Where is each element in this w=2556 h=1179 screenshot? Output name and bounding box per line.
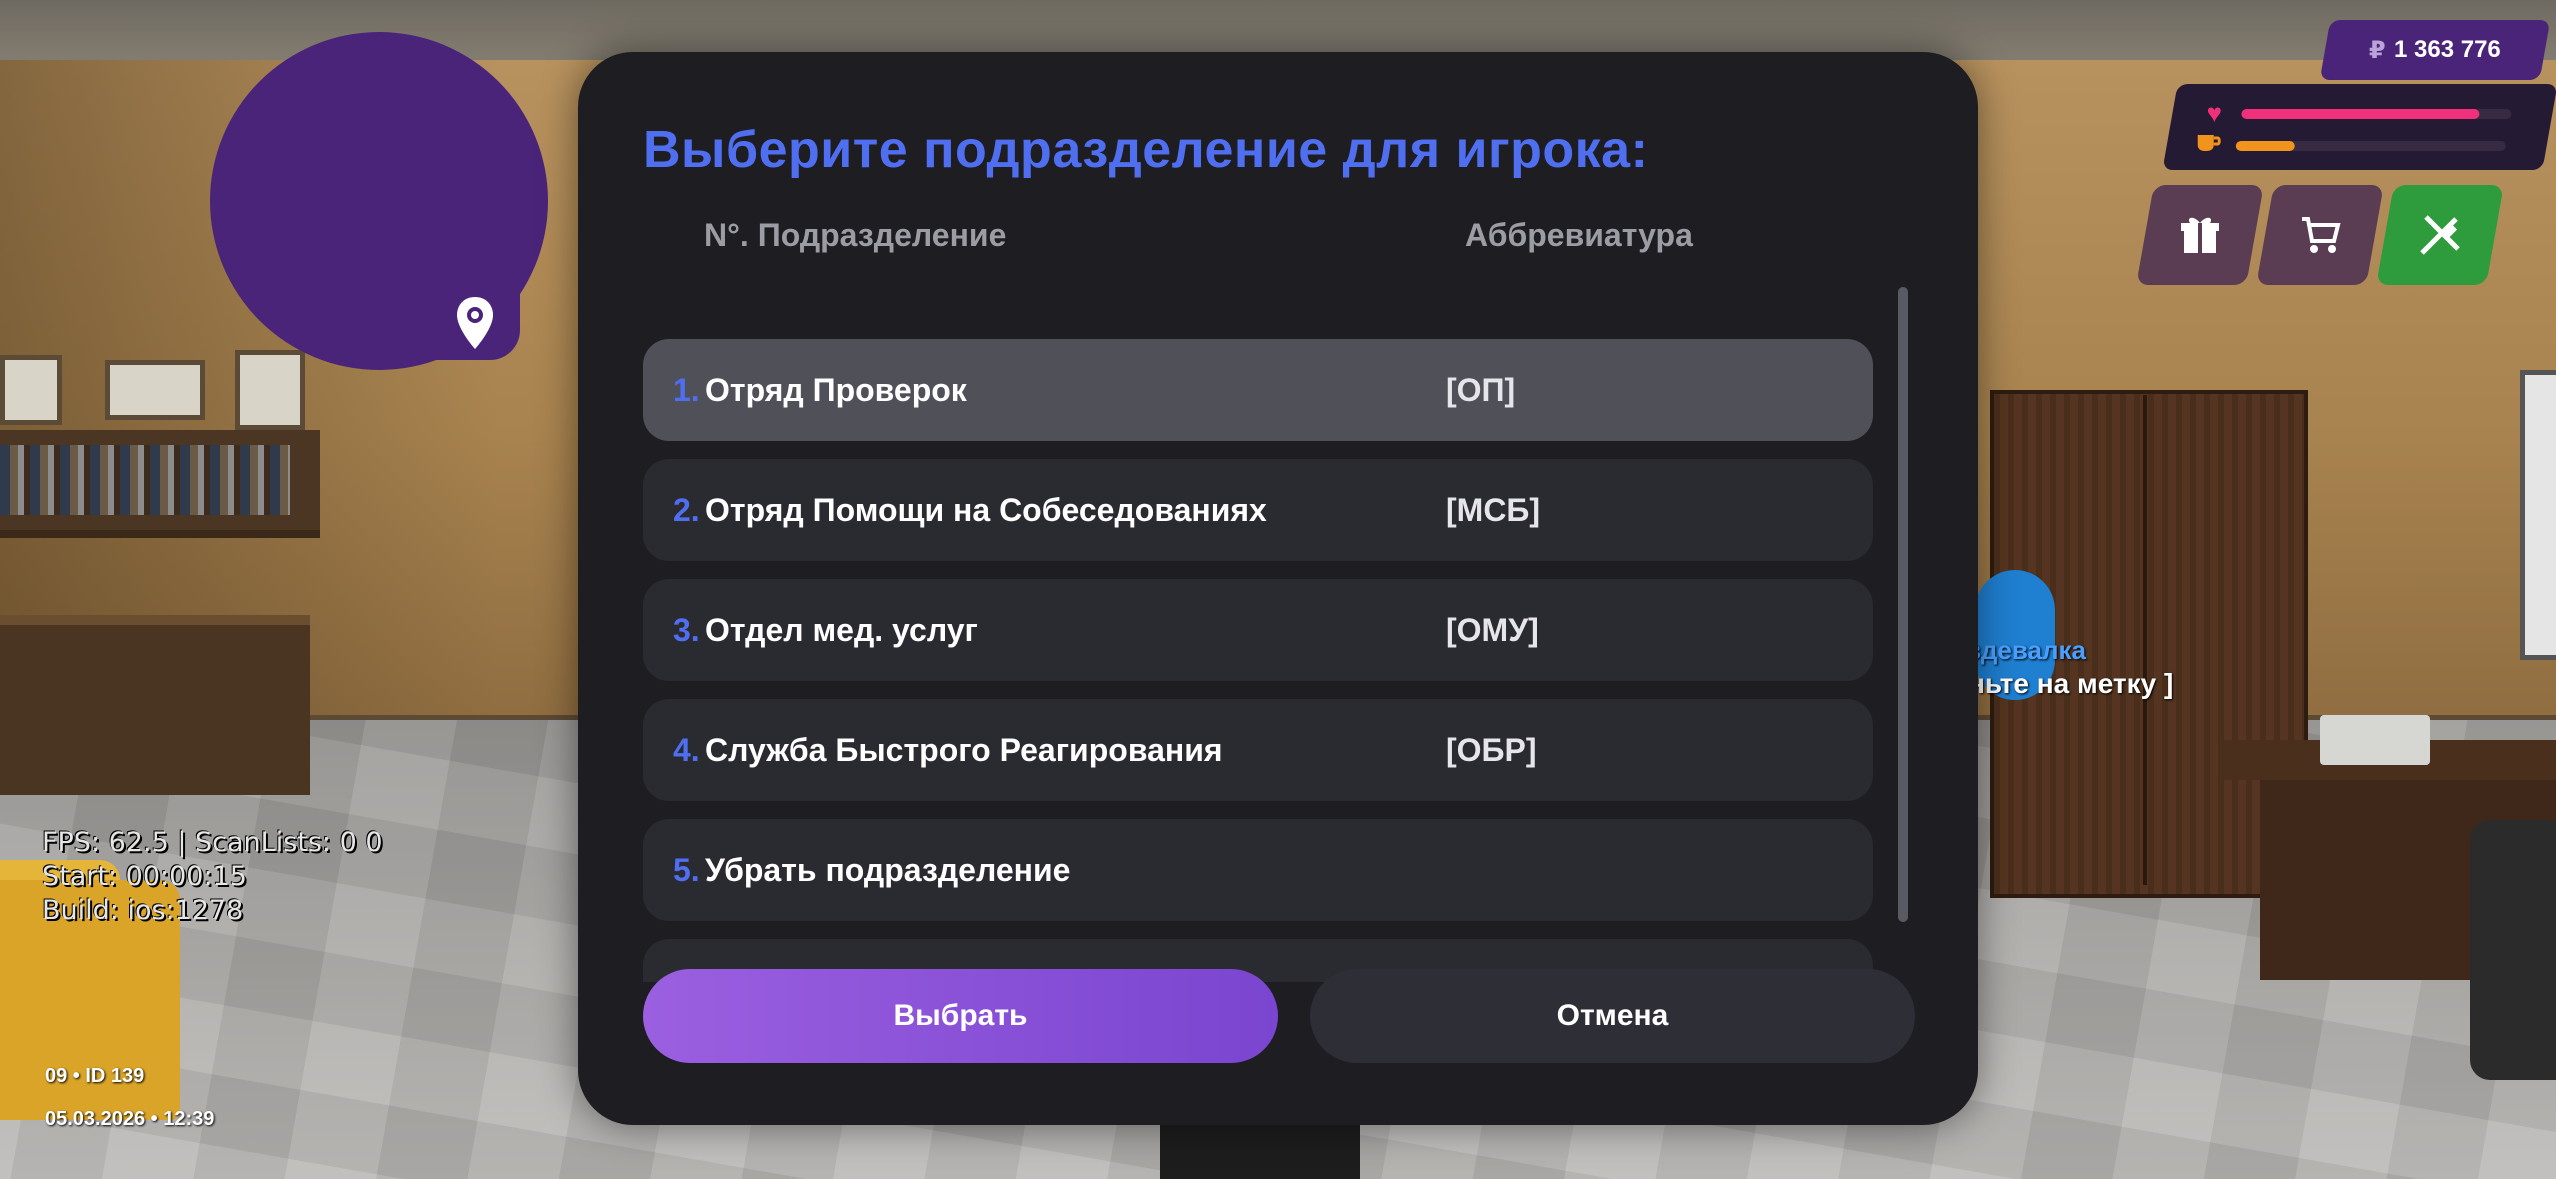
health-bar-fill xyxy=(2241,108,2479,119)
column-header-abbr: Аббревиатура xyxy=(1465,217,1693,253)
list-item[interactable]: 2. Отряд Помощи на Собеседованиях [МСБ] xyxy=(643,459,1873,561)
start-text: Start: 00:00:15 xyxy=(42,861,247,892)
whiteboard xyxy=(2520,370,2556,660)
player-legs xyxy=(1160,1120,1360,1179)
hunger-bar xyxy=(2235,140,2506,151)
list-scrollbar[interactable] xyxy=(1898,287,1908,922)
wardrobe-door-split xyxy=(2143,395,2147,885)
hunger-row xyxy=(2192,130,2506,161)
item-name: Отряд Помощи на Собеседованиях xyxy=(705,492,1267,528)
item-abbreviation: [МСБ] xyxy=(1446,492,1541,528)
item-name: Служба Быстрого Реагирования xyxy=(705,732,1223,768)
item-number: 4. xyxy=(673,732,700,768)
dialog-title: Выберите подразделение для игрока: xyxy=(643,121,1649,179)
chair xyxy=(2470,820,2556,1080)
money-display: ₽ 1 363 776 xyxy=(2319,20,2551,80)
gift-button[interactable] xyxy=(2136,185,2264,285)
marker-hint: ньте на метку ] xyxy=(1968,668,2174,699)
column-header-name: N°. Подразделение xyxy=(704,217,1007,253)
hunger-bar-fill xyxy=(2235,140,2296,151)
map-pin-icon xyxy=(457,297,493,349)
weapon-button[interactable] xyxy=(2376,185,2504,285)
marker-title: здевалка xyxy=(1968,635,2086,665)
item-number: 2. xyxy=(673,492,700,528)
minimap[interactable] xyxy=(210,32,548,370)
date-time: 05.03.2026 • 12:39 xyxy=(45,1108,215,1130)
item-number: 5. xyxy=(673,852,700,888)
subdivision-dialog: Выберите подразделение для игрока: N°. П… xyxy=(578,52,1978,1125)
fps-text: FPS: 62.5 | ScanLists: 0 0 xyxy=(42,827,383,858)
money-amount: 1 363 776 xyxy=(2393,36,2501,63)
build-text: Build: ios:1278 xyxy=(42,895,244,926)
cart-icon xyxy=(2302,217,2341,253)
books xyxy=(0,445,290,515)
item-name: Отдел мед. услуг xyxy=(705,612,978,648)
server-id: 09 • ID 139 xyxy=(45,1065,145,1087)
crossed-guns-icon xyxy=(2420,215,2460,255)
shop-button[interactable] xyxy=(2256,185,2384,285)
wall-certificate xyxy=(235,350,305,430)
health-bar xyxy=(2241,108,2512,119)
ruble-icon: ₽ xyxy=(2369,36,2386,64)
item-name: Убрать подразделение xyxy=(705,852,1071,888)
heart-icon: ♥ xyxy=(2206,98,2223,128)
debug-info: FPS: 62.5 | ScanLists: 0 0 Start: 00:00:… xyxy=(42,826,383,928)
player-stats: ♥ xyxy=(2162,84,2556,170)
wall-certificate xyxy=(105,360,205,420)
cancel-button[interactable]: Отмена xyxy=(1310,969,1915,1063)
item-name: Отряд Проверок xyxy=(705,372,967,408)
list-item[interactable]: 3. Отдел мед. услуг [ОМУ] xyxy=(643,579,1873,681)
cabinet xyxy=(0,615,310,795)
item-abbreviation: [ОМУ] xyxy=(1446,612,1539,648)
gift-icon xyxy=(2181,217,2219,253)
select-button[interactable]: Выбрать xyxy=(643,969,1278,1063)
item-abbreviation: [ОБР] xyxy=(1446,732,1537,768)
item-number: 1. xyxy=(673,372,700,408)
item-abbreviation: [ОП] xyxy=(1446,372,1516,408)
wall-certificate xyxy=(0,355,62,425)
health-row: ♥ xyxy=(2197,98,2512,129)
list-item[interactable]: 1. Отряд Проверок [ОП] xyxy=(643,339,1873,441)
scrollbar-thumb[interactable] xyxy=(1898,287,1908,922)
item-number: 3. xyxy=(673,612,700,648)
list-item[interactable]: 5. Убрать подразделение xyxy=(643,819,1873,921)
subdivision-list[interactable]: 1. Отряд Проверок [ОП] 2. Отряд Помощи н… xyxy=(643,284,1873,982)
list-item[interactable]: 4. Служба Быстрого Реагирования [ОБР] xyxy=(643,699,1873,801)
cup-icon xyxy=(2192,130,2226,161)
printer xyxy=(2320,715,2430,765)
